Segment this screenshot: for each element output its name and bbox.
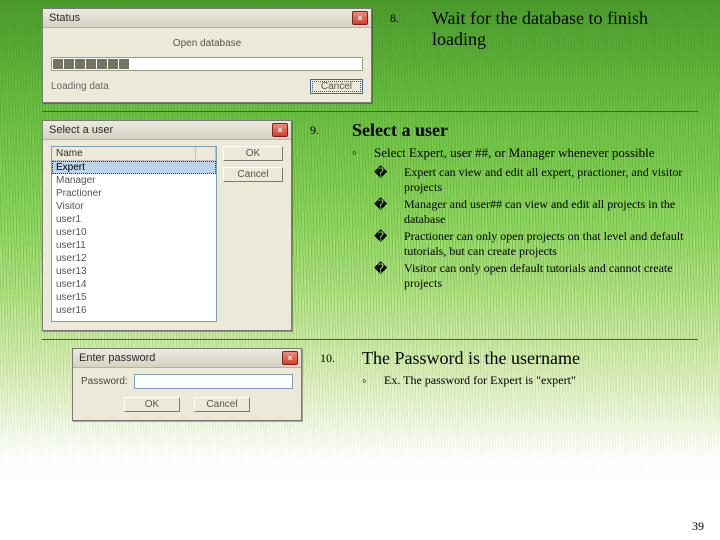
dialog-title: Status xyxy=(49,12,80,24)
step-number: 8. xyxy=(390,8,414,49)
step-number: 9. xyxy=(310,120,334,141)
box-mark: � xyxy=(374,165,386,195)
sub-text: Ex. The password for Expert is "expert" xyxy=(384,373,698,389)
column-header: Name xyxy=(52,147,196,160)
dialog-title: Enter password xyxy=(79,352,155,364)
ok-button[interactable]: OK xyxy=(223,146,283,161)
box-mark: � xyxy=(374,197,386,227)
cancel-button[interactable]: Cancel xyxy=(194,397,250,412)
list-item[interactable]: Practioner xyxy=(52,187,216,200)
status-text: Loading data xyxy=(51,81,109,92)
list-item[interactable]: user12 xyxy=(52,252,216,265)
list-item[interactable]: Expert xyxy=(52,161,216,174)
ok-button[interactable]: OK xyxy=(124,397,180,412)
list-item[interactable]: Manager xyxy=(52,174,216,187)
list-item[interactable]: Visitor xyxy=(52,200,216,213)
dialog-title: Select a user xyxy=(49,124,113,136)
bullet-text: Expert can view and edit all expert, pra… xyxy=(404,165,698,195)
bullet-text: Practioner can only open projects on tha… xyxy=(404,229,698,259)
sub-bullet-mark: ◦ xyxy=(352,145,360,161)
step-number: 10. xyxy=(320,348,344,369)
bullet-text: Manager and user## can view and edit all… xyxy=(404,197,698,227)
box-mark: � xyxy=(374,261,386,291)
enter-password-dialog: Enter password × Password: OK Cancel xyxy=(72,348,302,421)
list-item[interactable]: user10 xyxy=(52,226,216,239)
progress-bar xyxy=(51,57,363,71)
open-database-dialog: Status × Open database Loading data Canc… xyxy=(42,8,372,103)
select-user-dialog: Select a user × Name Expert Manager Prac… xyxy=(42,120,292,331)
close-icon[interactable]: × xyxy=(352,11,368,25)
close-icon[interactable]: × xyxy=(282,351,298,365)
sub-text: Select Expert, user ##, or Manager whene… xyxy=(374,145,698,161)
bullet-text: Visitor can only open default tutorials … xyxy=(404,261,698,291)
step-title: The Password is the username xyxy=(362,348,698,369)
list-item[interactable]: user15 xyxy=(52,291,216,304)
step-title: Wait for the database to finish loading xyxy=(432,8,698,49)
box-mark: � xyxy=(374,229,386,259)
list-item[interactable]: user1 xyxy=(52,213,216,226)
list-item[interactable]: user14 xyxy=(52,278,216,291)
list-item[interactable]: user11 xyxy=(52,239,216,252)
sub-bullet-mark: ◦ xyxy=(362,373,370,389)
list-item[interactable]: user16 xyxy=(52,304,216,317)
password-label: Password: xyxy=(81,376,128,387)
list-item[interactable]: user13 xyxy=(52,265,216,278)
cancel-button[interactable]: Cancel xyxy=(310,79,363,94)
password-input[interactable] xyxy=(134,374,293,389)
dialog-label: Open database xyxy=(51,38,363,49)
page-number: 39 xyxy=(692,519,704,534)
close-icon[interactable]: × xyxy=(272,123,288,137)
user-listbox[interactable]: Name Expert Manager Practioner Visitor u… xyxy=(51,146,217,322)
cancel-button[interactable]: Cancel xyxy=(223,167,283,182)
step-title: Select a user xyxy=(352,120,698,141)
